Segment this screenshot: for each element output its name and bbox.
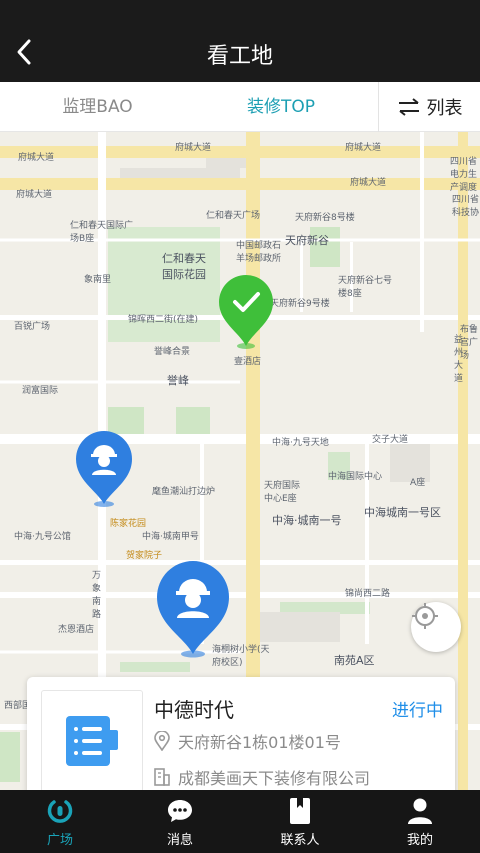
map-label: 中海·城南一号 [272, 514, 342, 527]
location-pin-icon [154, 731, 170, 751]
map-label: 仁和春天国际广场B座 [70, 221, 134, 244]
map-label: 府城大道 [16, 190, 53, 200]
map-label: 天府国际中心E座 [264, 481, 301, 504]
map-label: 百锐广场 [14, 322, 51, 332]
map-label: 交子大道 [372, 435, 409, 445]
map-label: 誉峰合景 [154, 347, 191, 357]
map-label: 仁和春天国际花园 [162, 252, 206, 281]
locate-button[interactable] [411, 602, 461, 652]
map-label: 中海国际中心 [328, 472, 383, 482]
document-icon [66, 716, 118, 766]
map-label: 誉峰 [167, 374, 189, 387]
chat-bubble-icon [166, 797, 194, 825]
map-label: 府城大道 [175, 143, 212, 153]
worker-marker-selected[interactable] [155, 560, 231, 658]
map-label: 天府新谷9号楼 [270, 299, 330, 309]
nav-contacts-label: 联系人 [280, 833, 320, 848]
worker-marker[interactable] [74, 430, 134, 508]
nav-plaza-label: 广场 [46, 833, 73, 848]
map-label: 杰恩酒店 [58, 625, 95, 635]
map-label: 四川省电力生产调度 [450, 157, 478, 193]
nav-messages-label: 消息 [166, 833, 193, 848]
map-label: 中海城南一号区 [364, 506, 441, 519]
page-title: 看工地 [206, 44, 273, 69]
tab-renovation-top[interactable]: 装修TOP [226, 82, 336, 132]
map-label: 天府新谷 [285, 234, 329, 247]
map-label: 中海·九号天地 [272, 438, 329, 448]
nav-profile-label: 我的 [406, 833, 433, 848]
company-row: 成都美画天下装修有限公司 [154, 765, 370, 789]
map-label: 润富国际 [22, 386, 59, 396]
map-label: 天府新谷七号楼8座 [338, 276, 393, 299]
building-icon [154, 768, 170, 786]
map-label: 南苑A区 [334, 654, 375, 667]
map-label: 锦尚西二路 [345, 589, 391, 599]
map-label: 万象南路 [92, 571, 102, 620]
map-label: 麾鱼潮汕打边炉 [152, 487, 216, 497]
swap-icon [398, 98, 419, 116]
card-thumbnail [41, 690, 143, 792]
map-label: 象南里 [84, 275, 112, 285]
header-bar: 看工地 [0, 0, 480, 82]
site-marker-completed[interactable] [217, 274, 275, 350]
bottom-nav: 广场 消息 联系人 我的 [0, 790, 480, 853]
contacts-book-icon [286, 797, 314, 825]
map-label: 锦晖西二街(在建) [128, 315, 199, 325]
address-row: 天府新谷1栋01楼01号 [154, 729, 341, 753]
tab-supervision[interactable]: 监理BAO [40, 82, 155, 132]
map-label: 壹酒店 [234, 357, 262, 367]
tab-bar: 监理BAO 装修TOP 列表 [0, 82, 480, 132]
map-label: 中国邮政石羊场邮政所 [236, 241, 282, 264]
locate-icon [412, 603, 438, 629]
map-label: 府城大道 [18, 153, 55, 163]
map-label: 府城大道 [350, 178, 387, 188]
site-name: 中德时代 [154, 698, 234, 722]
nav-plaza[interactable]: 广场 [0, 790, 120, 853]
user-icon [406, 797, 434, 825]
status-badge: 进行中 [392, 701, 443, 721]
nav-profile[interactable]: 我的 [360, 790, 480, 853]
nav-contacts[interactable]: 联系人 [240, 790, 360, 853]
map-label: A座 [410, 478, 426, 488]
map-label: 府城大道 [345, 143, 382, 153]
map-label: 中海·城南甲号 [142, 532, 199, 542]
site-address: 天府新谷1栋01楼01号 [178, 733, 341, 752]
map-label: 仁和春天广场 [206, 211, 261, 221]
company-name: 成都美画天下装修有限公司 [178, 769, 371, 788]
nav-messages[interactable]: 消息 [120, 790, 240, 853]
list-view-button[interactable]: 列表 [378, 82, 480, 132]
list-view-label: 列表 [426, 98, 463, 119]
map-label: 布鲁宫广场 [460, 325, 479, 361]
map-label: 中海·九号公馆 [14, 532, 71, 542]
site-info-card[interactable]: 中德时代 进行中 天府新谷1栋01楼01号 成都美画天下装修有限公司 [27, 677, 455, 800]
plaza-icon [46, 797, 74, 825]
map-label: 陈家花园 [110, 519, 147, 529]
map-label: 四川省科技协 [452, 195, 480, 218]
map-label: 天府新谷8号楼 [295, 213, 355, 223]
